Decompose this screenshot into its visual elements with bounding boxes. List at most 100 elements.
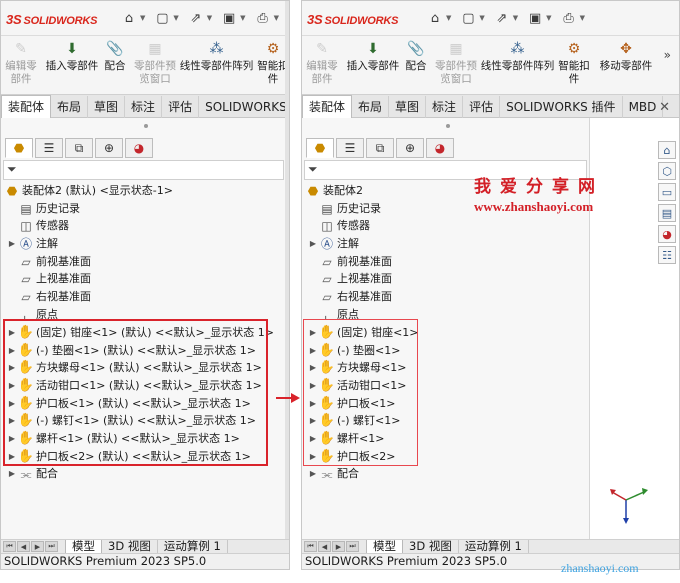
prev-tab-icon[interactable]: ◀ — [17, 541, 30, 552]
configuration-manager-icon[interactable]: ⧉ — [65, 138, 93, 158]
new-document-icon[interactable]: ▢ — [460, 10, 476, 26]
next-tab-icon[interactable]: ▶ — [31, 541, 44, 552]
tab-motion-study[interactable]: 运动算例 1 — [158, 540, 228, 554]
tab-assembly[interactable]: 装配体 — [1, 95, 52, 118]
tree-item-history[interactable]: ▤ 历史记录 — [319, 200, 381, 218]
first-tab-icon[interactable]: ⏮ — [3, 541, 16, 552]
more-commands-button[interactable]: » — [664, 48, 671, 62]
view-palette-icon[interactable]: ▤ — [658, 204, 676, 222]
tab-model[interactable]: 模型 — [366, 540, 403, 554]
tab-3d-views[interactable]: 3D 视图 — [102, 540, 158, 554]
home-icon[interactable]: ⌂ — [427, 10, 443, 26]
open-folder-icon[interactable]: ⇗ — [188, 10, 204, 26]
tab-sketch[interactable]: 草图 — [88, 96, 126, 119]
property-manager-icon[interactable]: ☰ — [336, 138, 364, 158]
tree-item-history[interactable]: ▤ 历史记录 — [18, 200, 80, 218]
chevron-down-icon[interactable]: ▼ — [207, 14, 212, 22]
expand-arrow-icon[interactable]: ▶ — [7, 465, 17, 483]
tab-addins[interactable]: SOLIDWORKS 插 — [199, 96, 289, 119]
tree-item-annotations[interactable]: ▶ Ⓐ 注解 — [7, 235, 58, 253]
home-icon[interactable]: ⌂ — [658, 141, 676, 159]
home-icon[interactable]: ⌂ — [121, 10, 137, 26]
tab-markup[interactable]: 标注 — [125, 96, 163, 119]
tree-item-sensors[interactable]: ◫ 传感器 — [18, 217, 69, 235]
chevron-down-icon[interactable]: ▼ — [546, 14, 551, 22]
open-folder-icon[interactable]: ⇗ — [494, 10, 510, 26]
design-library-icon[interactable]: ⬡ — [658, 162, 676, 180]
tree-item-right-plane[interactable]: ▱ 右视基准面 — [319, 288, 392, 306]
new-document-icon[interactable]: ▢ — [154, 10, 170, 26]
appearances-icon[interactable]: ◕ — [658, 225, 676, 243]
tab-assembly[interactable]: 装配体 — [302, 95, 353, 118]
filter-funnel-icon[interactable]: ⏷ — [308, 162, 318, 177]
tree-root-assembly[interactable]: ⬣ 装配体2 — [305, 182, 363, 200]
last-tab-icon[interactable]: ⏭ — [45, 541, 58, 552]
panel-grip[interactable] — [445, 124, 450, 128]
tab-mbd[interactable]: MBD — [623, 96, 664, 119]
vertical-scrollbar[interactable] — [285, 1, 289, 569]
component-preview-button[interactable]: ▦ 零部件预览窗口 — [131, 40, 179, 86]
tree-item-top-plane[interactable]: ▱ 上视基准面 — [319, 270, 392, 288]
tab-model[interactable]: 模型 — [65, 540, 102, 554]
print-icon[interactable]: ⎙ — [255, 10, 271, 26]
tree-item-front-plane[interactable]: ▱ 前视基准面 — [319, 253, 392, 271]
first-tab-icon[interactable]: ⏮ — [304, 541, 317, 552]
chevron-down-icon[interactable]: ▼ — [446, 14, 451, 22]
close-icon[interactable]: ✕ — [659, 100, 670, 115]
tab-evaluate[interactable]: 评估 — [463, 96, 501, 119]
move-component-button[interactable]: ✥ 移动零部件 — [596, 40, 656, 73]
expand-arrow-icon[interactable]: ▶ — [7, 235, 17, 253]
edit-component-button[interactable]: ✎ 编辑零部件 — [3, 40, 39, 86]
mate-button[interactable]: 📎 配合 — [403, 40, 429, 73]
display-manager-icon[interactable]: ◕ — [426, 138, 454, 158]
dimxpert-icon[interactable]: ⊕ — [95, 138, 123, 158]
next-tab-icon[interactable]: ▶ — [332, 541, 345, 552]
edit-component-button[interactable]: ✎ 编辑零部件 — [304, 40, 340, 86]
configuration-manager-icon[interactable]: ⧉ — [366, 138, 394, 158]
tab-3d-views[interactable]: 3D 视图 — [403, 540, 459, 554]
tab-addins[interactable]: SOLIDWORKS 插件 — [500, 96, 623, 119]
tab-markup[interactable]: 标注 — [426, 96, 464, 119]
expand-arrow-icon[interactable]: ▶ — [308, 465, 318, 483]
dimxpert-icon[interactable]: ⊕ — [396, 138, 424, 158]
expand-arrow-icon[interactable]: ▶ — [308, 235, 318, 253]
tab-layout[interactable]: 布局 — [352, 96, 390, 119]
linear-pattern-button[interactable]: ⁂ 线性零部件阵列 — [179, 40, 254, 73]
filter-funnel-icon[interactable]: ⏷ — [7, 162, 17, 177]
tree-item-top-plane[interactable]: ▱ 上视基准面 — [18, 270, 91, 288]
chevron-down-icon[interactable]: ▼ — [173, 14, 178, 22]
tab-sketch[interactable]: 草图 — [389, 96, 427, 119]
prev-tab-icon[interactable]: ◀ — [318, 541, 331, 552]
tree-item-right-plane[interactable]: ▱ 右视基准面 — [18, 288, 91, 306]
tree-item-annotations[interactable]: ▶ Ⓐ 注解 — [308, 235, 359, 253]
tree-item-front-plane[interactable]: ▱ 前视基准面 — [18, 253, 91, 271]
tab-evaluate[interactable]: 评估 — [162, 96, 200, 119]
display-manager-icon[interactable]: ◕ — [125, 138, 153, 158]
tree-item-sensors[interactable]: ◫ 传感器 — [319, 217, 370, 235]
tree-item-mates[interactable]: ▶ ⫘ 配合 — [308, 465, 359, 483]
chevron-down-icon[interactable]: ▼ — [140, 14, 145, 22]
save-icon[interactable]: ▣ — [527, 10, 543, 26]
property-manager-icon[interactable]: ☰ — [35, 138, 63, 158]
custom-properties-icon[interactable]: ☷ — [658, 246, 676, 264]
linear-pattern-button[interactable]: ⁂ 线性零部件阵列 — [480, 40, 555, 73]
tab-motion-study[interactable]: 运动算例 1 — [459, 540, 529, 554]
save-icon[interactable]: ▣ — [221, 10, 237, 26]
feature-manager-icon[interactable]: ⬣ — [5, 138, 33, 158]
insert-component-button[interactable]: ⬇ 插入零部件 — [43, 40, 101, 73]
panel-grip[interactable] — [143, 124, 148, 128]
mate-button[interactable]: 📎 配合 — [102, 40, 128, 73]
tree-filter[interactable]: ⏷ — [3, 160, 284, 180]
smart-fasteners-button[interactable]: ⚙ 智能扣件 — [558, 40, 590, 86]
print-icon[interactable]: ⎙ — [561, 10, 577, 26]
component-preview-button[interactable]: ▦ 零部件预览窗口 — [432, 40, 480, 86]
chevron-down-icon[interactable]: ▼ — [240, 14, 245, 22]
last-tab-icon[interactable]: ⏭ — [346, 541, 359, 552]
insert-component-button[interactable]: ⬇ 插入零部件 — [344, 40, 402, 73]
feature-manager-icon[interactable]: ⬣ — [306, 138, 334, 158]
chevron-down-icon[interactable]: ▼ — [580, 14, 585, 22]
chevron-down-icon[interactable]: ▼ — [274, 14, 279, 22]
chevron-down-icon[interactable]: ▼ — [513, 14, 518, 22]
tree-item-mates[interactable]: ▶ ⫘ 配合 — [7, 465, 58, 483]
chevron-down-icon[interactable]: ▼ — [479, 14, 484, 22]
